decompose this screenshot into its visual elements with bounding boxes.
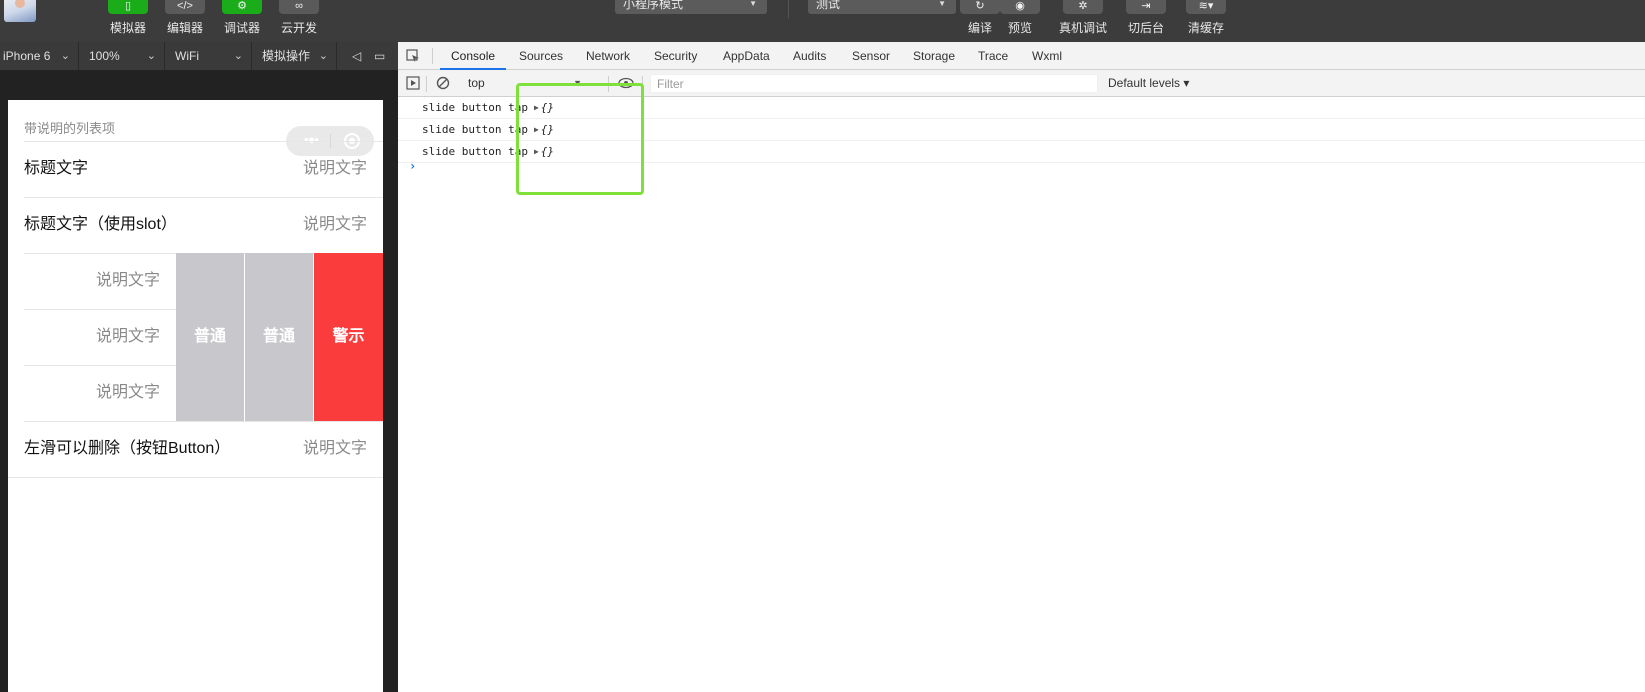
slide-button-default[interactable]: 普通: [176, 253, 244, 421]
caret-down-icon: ▼: [938, 0, 946, 8]
clear-console-icon[interactable]: [436, 76, 450, 90]
simulate-operation-select[interactable]: 模拟操作 ⌄: [252, 42, 337, 70]
toolbar-divider: [788, 0, 789, 18]
chevron-down-icon: ⌄: [233, 50, 243, 62]
chevron-down-icon: ⌄: [318, 50, 328, 62]
log-text: slide button tap: [422, 101, 528, 114]
phone-screen: 带说明的列表项 •●• 标题文字 说明文字 标题文字（使用slot） 说明文字 …: [8, 100, 383, 692]
tool-label: 切后台: [1127, 21, 1164, 35]
eye-icon: ◉: [1000, 0, 1040, 14]
tab-network[interactable]: Network: [575, 42, 641, 70]
mode-select-value: 小程序模式: [623, 0, 684, 11]
devtools-tab-bar: Console Sources Network Security AppData…: [398, 42, 1645, 70]
debug-icon: ⚙: [222, 0, 262, 14]
device-select-value: iPhone 6: [3, 49, 51, 63]
log-text: slide button tap: [422, 123, 528, 136]
tool-label: 编辑器: [166, 21, 203, 35]
cell-desc: 说明文字: [302, 160, 367, 177]
devtools-window: ▯ 模拟器 </> 编辑器 ⚙ 调试器 ∞ 云开发 小程序模式 ▼ 测试 ▼ ↻…: [0, 0, 1645, 692]
phone-icon: ▯: [108, 0, 148, 14]
clear-cache-button[interactable]: ≋▾ 清缓存: [1178, 0, 1234, 42]
tool-label: 预览: [1007, 21, 1032, 35]
remote-debug-button[interactable]: ✲ 真机调试: [1055, 0, 1111, 42]
network-select-value: WiFi: [175, 49, 199, 63]
list-cell-slot[interactable]: 标题文字（使用slot） 说明文字: [8, 197, 383, 253]
tab-console[interactable]: Console: [440, 42, 507, 70]
tab-security[interactable]: Security: [643, 42, 708, 70]
inspect-element-icon[interactable]: [406, 49, 420, 63]
bug-icon: ✲: [1063, 0, 1103, 14]
background-icon: ⇥: [1126, 0, 1166, 14]
chevron-down-icon: ⌄: [60, 50, 70, 62]
cloud-dev-button[interactable]: ∞ 云开发: [271, 0, 327, 42]
cell-desc: 说明文字: [95, 328, 160, 345]
simulator-toggle-button[interactable]: ▯ 模拟器: [100, 0, 156, 42]
slide-cell[interactable]: 说明文字: [8, 309, 176, 365]
tab-sources[interactable]: Sources: [508, 42, 574, 70]
tool-label: 云开发: [280, 21, 317, 35]
top-toolbar: ▯ 模拟器 </> 编辑器 ⚙ 调试器 ∞ 云开发 小程序模式 ▼ 测试 ▼ ↻…: [0, 0, 1645, 42]
preview-button[interactable]: ◉ 预览: [992, 0, 1048, 42]
cell-desc: 说明文字: [302, 440, 367, 457]
slide-button-default[interactable]: 普通: [245, 253, 313, 421]
context-value: top: [468, 76, 485, 90]
editor-toggle-button[interactable]: </> 编辑器: [157, 0, 213, 42]
tool-label: 清缓存: [1187, 21, 1224, 35]
tab-appdata[interactable]: AppData: [712, 42, 781, 70]
slide-cell[interactable]: 说明文字: [8, 365, 176, 421]
caret-down-icon: ▼: [749, 0, 757, 8]
operation-select-value: 模拟操作: [262, 49, 311, 63]
list-cell[interactable]: 标题文字 说明文字: [8, 141, 383, 197]
slide-button-warn[interactable]: 警示: [314, 253, 383, 421]
code-icon: </>: [165, 0, 205, 14]
cell-divider: [8, 477, 383, 478]
window-icon[interactable]: ▭: [374, 42, 385, 70]
device-select[interactable]: iPhone 6 ⌄: [0, 42, 79, 70]
zoom-select[interactable]: 100% ⌄: [79, 42, 165, 70]
console-prompt-icon[interactable]: ›: [409, 159, 416, 173]
compile-mode-select[interactable]: 测试 ▼: [808, 0, 956, 14]
debugger-toggle-button[interactable]: ⚙ 调试器: [214, 0, 270, 42]
tab-audits[interactable]: Audits: [782, 42, 837, 70]
layers-icon: ≋▾: [1186, 0, 1226, 14]
tool-label: 模拟器: [109, 21, 146, 35]
log-levels-select[interactable]: Default levels ▾: [1108, 70, 1189, 97]
annotation-highlight-box: [516, 83, 644, 195]
tool-label: 调试器: [223, 21, 260, 35]
network-select[interactable]: WiFi ⌄: [165, 42, 252, 70]
tab-wxml[interactable]: Wxml: [1021, 42, 1073, 70]
console-filter-input[interactable]: Filter: [650, 74, 1098, 93]
tool-label: 真机调试: [1058, 21, 1107, 35]
toolbar-divider: [432, 48, 433, 64]
tab-sensor[interactable]: Sensor: [841, 42, 901, 70]
log-text: slide button tap: [422, 145, 528, 158]
cell-desc: 说明文字: [95, 272, 160, 289]
toolbar-divider: [426, 76, 427, 92]
slide-cell[interactable]: 说明文字: [8, 253, 176, 309]
cloud-icon: ∞: [279, 0, 319, 14]
chevron-down-icon: ⌄: [146, 50, 156, 62]
cell-desc: 说明文字: [95, 384, 160, 401]
tab-storage[interactable]: Storage: [902, 42, 966, 70]
zoom-select-value: 100%: [89, 49, 120, 63]
cell-title: 左滑可以删除（按钮Button）: [24, 440, 231, 457]
cell-desc: 说明文字: [302, 216, 367, 233]
show-sidebar-icon[interactable]: [406, 76, 420, 90]
volume-icon[interactable]: ◁: [352, 42, 361, 70]
switch-background-button[interactable]: ⇥ 切后台: [1118, 0, 1174, 42]
cell-title: 标题文字: [24, 160, 89, 177]
simulator-header: iPhone 6 ⌄ 100% ⌄ WiFi ⌄ 模拟操作 ⌄ ◁ ▭: [0, 42, 398, 70]
mode-select[interactable]: 小程序模式 ▼: [615, 0, 767, 14]
cell-title: 标题文字（使用slot）: [24, 216, 177, 233]
tab-trace[interactable]: Trace: [967, 42, 1019, 70]
list-cell-delete[interactable]: 左滑可以删除（按钮Button） 说明文字: [8, 421, 383, 477]
compile-select-value: 测试: [816, 0, 841, 11]
user-avatar[interactable]: [4, 0, 36, 22]
section-label: 带说明的列表项: [24, 121, 116, 136]
